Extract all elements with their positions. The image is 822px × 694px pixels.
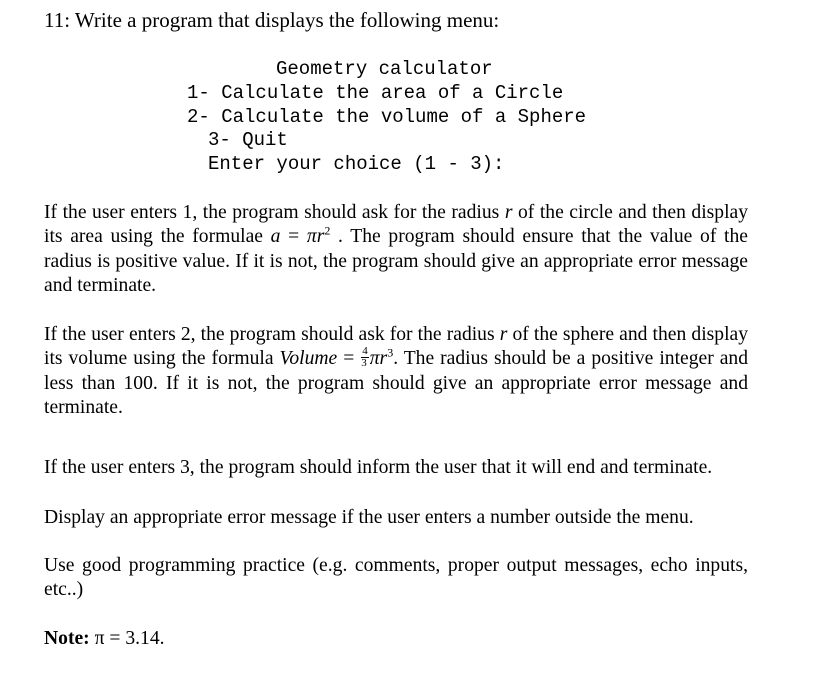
area-formula: a = πr2 xyxy=(270,223,331,248)
question-heading: 11: Write a program that displays the fo… xyxy=(44,8,500,32)
menu-title: Geometry calculator xyxy=(276,58,493,80)
paragraph-option-1: If the user enters 1, the program should… xyxy=(44,202,749,297)
menu-prompt: Enter your choice (1 - 3): xyxy=(208,153,505,175)
note-label: Note: xyxy=(44,628,90,649)
paragraph-error-message: Display an appropriate error message if … xyxy=(44,507,694,528)
menu-option-2: 2- Calculate the volume of a Sphere xyxy=(187,106,587,128)
paragraph-option-2: If the user enters 2, the program should… xyxy=(44,324,748,419)
fraction-four-thirds: 43 xyxy=(361,345,369,370)
menu-option-1: 1- Calculate the area of a Circle xyxy=(187,82,564,104)
volume-formula: Volume = 4 3 πr3 xyxy=(279,345,394,370)
note-text: π = 3.14. xyxy=(89,628,165,649)
paragraph-good-practice: Use good programming practice (e.g. comm… xyxy=(44,555,748,601)
note: Note: π = 3.14. xyxy=(44,627,748,651)
paragraph-option-3: If the user enters 3, the program should… xyxy=(44,457,713,478)
menu-option-3: 3- Quit xyxy=(208,129,288,151)
